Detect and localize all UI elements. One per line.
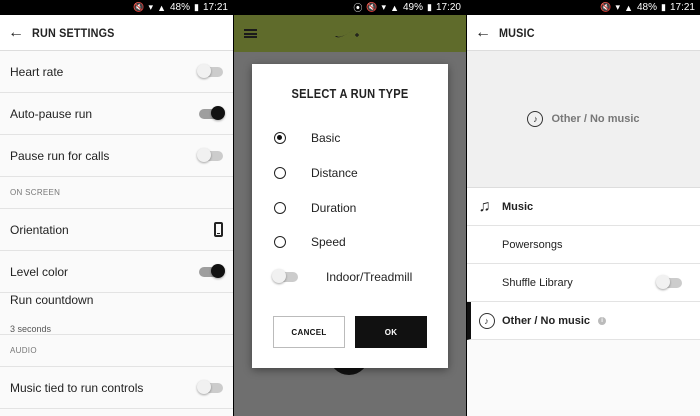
location-icon: ⦿: [353, 3, 363, 13]
battery-percent: 48%: [170, 2, 191, 13]
indoor-treadmill-toggle[interactable]: [272, 269, 298, 283]
music-note-circle-icon: ♪: [478, 312, 495, 329]
shuffle-library-row[interactable]: Shuffle Library: [467, 264, 700, 302]
nike-header: [234, 15, 466, 52]
back-arrow-icon[interactable]: ←: [0, 24, 32, 42]
orientation-row[interactable]: Orientation: [0, 209, 233, 251]
wifi-icon: ▾: [148, 2, 154, 12]
music-tied-row[interactable]: Music tied to run controls: [0, 367, 233, 409]
row-label: Music: [502, 200, 534, 213]
status-bar: 🔇 ▾ ▲ 48% ▮ 17:21: [0, 0, 233, 15]
row-label: Powersongs: [502, 238, 563, 251]
other-no-music-row[interactable]: ♪ Other / No music i: [467, 302, 700, 340]
row-label: Other / No music: [502, 314, 591, 327]
info-icon[interactable]: i: [598, 316, 607, 325]
row-label: Orientation: [10, 222, 69, 237]
music-note-icon: ♫: [478, 197, 491, 215]
row-label-wrap: Other / No music i: [502, 315, 700, 327]
option-label: Indoor/Treadmill: [326, 270, 413, 284]
auto-pause-row[interactable]: Auto-pause run: [0, 93, 233, 135]
wifi-icon: ▾: [615, 2, 621, 12]
icon-holder: ♪: [471, 312, 502, 329]
radio-distance[interactable]: [274, 167, 286, 179]
run-type-speed[interactable]: Speed: [274, 235, 346, 249]
hero-label: Other / No music: [551, 113, 640, 125]
music-screen: 🔇 ▾ ▲ 48% ▮ 17:21 ← MUSIC ♪ Other / No m…: [467, 0, 700, 416]
level-color-row[interactable]: Level color: [0, 251, 233, 293]
menu-icon[interactable]: [244, 29, 257, 38]
page-title: MUSIC: [499, 25, 535, 40]
now-playing-hero: ♪ Other / No music: [467, 51, 700, 188]
radio-speed[interactable]: [274, 236, 286, 248]
battery-icon: ▮: [427, 2, 432, 12]
powersongs-row[interactable]: Powersongs: [467, 226, 700, 264]
battery-percent: 48%: [637, 2, 658, 13]
app-bar: ← RUN SETTINGS: [0, 15, 233, 51]
music-note-circle-icon: ♪: [527, 111, 544, 127]
option-label: Basic: [311, 131, 341, 145]
clock: 17:20: [435, 2, 461, 13]
signal-icon: ▲: [390, 2, 399, 13]
signal-icon: ▲: [157, 2, 166, 13]
phone-portrait-icon: [214, 222, 223, 237]
clock: 17:21: [202, 2, 228, 13]
row-label: Music tied to run controls: [10, 380, 144, 395]
option-label: Duration: [311, 201, 357, 215]
music-tied-toggle[interactable]: [197, 379, 223, 394]
row-label: Auto-pause run: [10, 106, 93, 121]
pause-for-calls-row[interactable]: Pause run for calls: [0, 135, 233, 177]
row-label: Level color: [10, 264, 69, 279]
run-type-duration[interactable]: Duration: [274, 201, 356, 215]
run-type-basic[interactable]: Basic: [274, 131, 340, 145]
level-color-toggle[interactable]: [199, 263, 225, 278]
page-title: RUN SETTINGS: [32, 25, 115, 40]
signal-icon: ▲: [624, 2, 633, 13]
row-label: Shuffle Library: [502, 276, 573, 289]
auto-pause-toggle[interactable]: [199, 105, 225, 120]
clock: 17:21: [669, 2, 695, 13]
wifi-icon: ▾: [381, 2, 387, 12]
run-type-dialog: SELECT A RUN TYPE Basic Distance Duratio…: [252, 64, 448, 368]
heart-rate-toggle[interactable]: [197, 63, 223, 78]
mute-icon: 🔇: [133, 2, 145, 12]
run-countdown-row[interactable]: Run countdown 3 seconds: [0, 293, 233, 335]
pause-for-calls-toggle[interactable]: [197, 147, 223, 162]
row-label: Heart rate: [10, 64, 64, 79]
radio-basic[interactable]: [274, 132, 286, 144]
status-bar: ⦿ 🔇 ▾ ▲ 49% ▮ 17:20: [234, 0, 466, 15]
row-value: 3 seconds: [10, 324, 52, 334]
music-source-row[interactable]: ♫ Music: [467, 188, 700, 226]
cancel-button[interactable]: CANCEL: [273, 316, 345, 348]
mute-icon: 🔇: [366, 2, 378, 12]
shuffle-library-toggle[interactable]: [656, 274, 682, 289]
ok-button[interactable]: OK: [355, 316, 427, 348]
dialog-title: SELECT A RUN TYPE: [291, 86, 409, 101]
option-label: Speed: [311, 235, 346, 249]
radio-duration[interactable]: [274, 202, 286, 214]
run-type-distance[interactable]: Distance: [274, 166, 358, 180]
mute-icon: 🔇: [600, 2, 612, 12]
run-settings-screen: 🔇 ▾ ▲ 48% ▮ 17:21 ← RUN SETTINGS Heart r…: [0, 0, 233, 416]
option-label: Distance: [311, 166, 358, 180]
battery-icon: ▮: [194, 2, 199, 12]
battery-percent: 49%: [403, 2, 424, 13]
status-bar: 🔇 ▾ ▲ 48% ▮ 17:21: [467, 0, 700, 15]
indoor-treadmill-row[interactable]: Indoor/Treadmill: [272, 269, 413, 284]
row-label: Pause run for calls: [10, 148, 110, 163]
section-header-on-screen: ON SCREEN: [0, 177, 233, 209]
app-bar: ← MUSIC: [467, 15, 700, 51]
heart-rate-row[interactable]: Heart rate: [0, 51, 233, 93]
battery-icon: ▮: [661, 2, 666, 12]
nike-plus-logo-icon: [335, 30, 359, 38]
back-arrow-icon[interactable]: ←: [467, 24, 499, 42]
run-type-screen: ⦿ 🔇 ▾ ▲ 49% ▮ 17:20 SELECT A RUN TYPE Ba…: [234, 0, 466, 416]
row-label: Run countdown: [10, 293, 94, 307]
section-header-audio: AUDIO: [0, 335, 233, 367]
